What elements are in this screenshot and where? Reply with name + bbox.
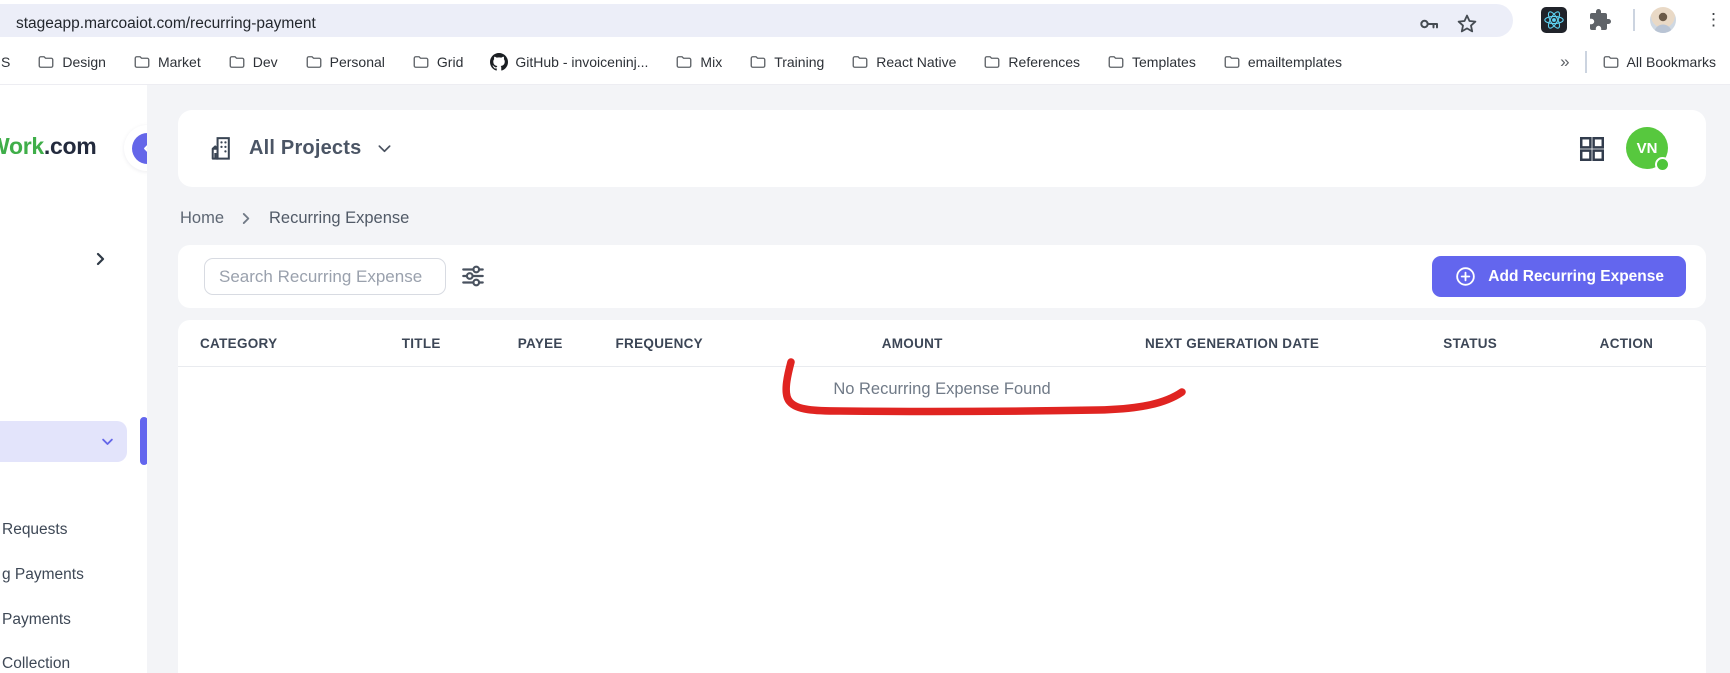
clipped-bookmark-label[interactable]: S: [1, 54, 10, 70]
active-item-indicator: [140, 417, 147, 465]
bookmark-item[interactable]: Dev: [228, 53, 278, 71]
breadcrumb-home[interactable]: Home: [180, 209, 224, 228]
filter-sliders-icon[interactable]: [460, 263, 486, 289]
table-column-header[interactable]: PAYEE: [496, 336, 585, 351]
plus-circle-icon: [1454, 265, 1477, 288]
browser-profile-avatar[interactable]: [1650, 7, 1676, 33]
table-column-header[interactable]: FREQUENCY: [585, 336, 734, 351]
bookmark-item[interactable]: Mix: [675, 53, 722, 71]
folder-icon: [1223, 53, 1241, 71]
project-selector-label: All Projects: [249, 137, 361, 160]
folder-icon: [675, 53, 693, 71]
list-toolbar: Add Recurring Expense: [178, 245, 1706, 308]
browser-toolbar: stageapp.marcoaiot.com/recurring-payment…: [0, 0, 1730, 40]
folder-icon: [133, 53, 151, 71]
bookmark-label: Training: [774, 54, 824, 70]
extensions-puzzle-icon[interactable]: [1588, 8, 1612, 32]
breadcrumb: Home Recurring Expense: [180, 209, 409, 228]
bookmark-label: emailtemplates: [1248, 54, 1342, 70]
all-bookmarks-button[interactable]: All Bookmarks: [1602, 53, 1716, 71]
toolbar-divider: [1633, 9, 1635, 31]
table-column-header[interactable]: AMOUNT: [734, 336, 1091, 351]
bookmark-label: React Native: [876, 54, 956, 70]
main-content: All Projects VN Home Recurring E: [147, 85, 1730, 673]
sidebar-item-g-payments[interactable]: g Payments: [2, 566, 84, 584]
chevron-right-icon: [241, 212, 252, 225]
empty-state-message: No Recurring Expense Found: [178, 380, 1706, 399]
sidebar-item-requests[interactable]: Requests: [2, 521, 67, 539]
app-viewport: Work.com Requests g Payments Payments Co…: [0, 85, 1730, 673]
sidebar-expand-chevron-icon[interactable]: [95, 252, 107, 266]
recurring-expense-table: CATEGORY TITLE PAYEE FREQUENCY AMOUNT NE…: [178, 320, 1706, 673]
bookmark-item[interactable]: Personal: [305, 53, 385, 71]
bookmark-label: Grid: [437, 54, 463, 70]
bookmark-item[interactable]: Templates: [1107, 53, 1196, 71]
all-bookmarks-label: All Bookmarks: [1627, 54, 1716, 70]
user-avatar[interactable]: VN: [1626, 127, 1668, 169]
project-selector[interactable]: All Projects: [208, 110, 394, 187]
bookmarks-items: S Design Market Dev Personal Grid: [0, 53, 1342, 71]
bookmark-item[interactable]: emailtemplates: [1223, 53, 1342, 71]
building-icon: [208, 135, 235, 162]
password-key-icon[interactable]: [1417, 12, 1441, 36]
browser-menu-icon[interactable]: ⋮: [1705, 8, 1722, 32]
sidebar-item-payments[interactable]: Payments: [2, 611, 71, 629]
folder-icon: [1107, 53, 1125, 71]
bookmark-label: GitHub - invoiceninj...: [515, 54, 648, 70]
folder-icon: [983, 53, 1001, 71]
bookmark-label: References: [1008, 54, 1080, 70]
bookmark-star-icon[interactable]: [1455, 12, 1479, 36]
logo-text-dark: .com: [44, 133, 96, 159]
bookmark-item[interactable]: Grid: [412, 53, 463, 71]
breadcrumb-current: Recurring Expense: [269, 209, 409, 228]
table-column-header[interactable]: STATUS: [1373, 336, 1566, 351]
online-status-dot: [1655, 157, 1670, 172]
folder-icon: [305, 53, 323, 71]
bookmark-label: Dev: [253, 54, 278, 70]
app-header: All Projects VN: [178, 110, 1706, 187]
add-recurring-expense-button[interactable]: Add Recurring Expense: [1432, 256, 1686, 297]
url-text[interactable]: stageapp.marcoaiot.com/recurring-payment: [16, 15, 316, 33]
bookmarks-bar: S Design Market Dev Personal Grid: [0, 40, 1730, 85]
bookmarks-overflow-chevron[interactable]: »: [1560, 52, 1569, 72]
table-column-header[interactable]: NEXT GENERATION DATE: [1091, 336, 1374, 351]
search-input[interactable]: [204, 258, 446, 295]
app-logo[interactable]: Work.com: [0, 133, 96, 160]
bookmarks-divider: [1585, 51, 1587, 73]
sidebar-active-item[interactable]: [0, 421, 127, 462]
folder-icon: [749, 53, 767, 71]
table-column-header[interactable]: CATEGORY: [198, 336, 347, 351]
bookmark-label: Mix: [700, 54, 722, 70]
chevron-down-icon: [100, 434, 115, 449]
logo-text-green: Work: [0, 133, 44, 159]
table-header-row: CATEGORY TITLE PAYEE FREQUENCY AMOUNT NE…: [178, 320, 1706, 367]
apps-grid-icon[interactable]: [1578, 135, 1606, 163]
address-bar[interactable]: stageapp.marcoaiot.com/recurring-payment: [0, 4, 1513, 37]
sidebar: Work.com Requests g Payments Payments Co…: [0, 85, 147, 673]
folder-icon: [1602, 53, 1620, 71]
bookmark-item[interactable]: React Native: [851, 53, 956, 71]
bookmark-item[interactable]: References: [983, 53, 1080, 71]
add-button-label: Add Recurring Expense: [1488, 268, 1664, 286]
table-column-header[interactable]: TITLE: [347, 336, 496, 351]
sidebar-item-collection[interactable]: Collection: [2, 655, 70, 673]
bookmark-label: Market: [158, 54, 201, 70]
folder-icon: [228, 53, 246, 71]
chevron-down-icon: [375, 139, 394, 158]
folder-icon: [412, 53, 430, 71]
user-initials: VN: [1637, 140, 1658, 157]
react-devtools-extension-icon[interactable]: [1541, 7, 1567, 33]
bookmarks-right-group: » All Bookmarks: [1560, 40, 1716, 84]
bookmark-item[interactable]: Market: [133, 53, 201, 71]
bookmark-item[interactable]: Design: [37, 53, 106, 71]
bookmark-label: Design: [62, 54, 106, 70]
bookmark-label: Templates: [1132, 54, 1196, 70]
table-column-header[interactable]: ACTION: [1567, 336, 1686, 351]
bookmark-label: Personal: [330, 54, 385, 70]
bookmark-item[interactable]: Training: [749, 53, 824, 71]
github-icon: [490, 53, 508, 71]
bookmark-item[interactable]: GitHub - invoiceninj...: [490, 53, 648, 71]
folder-icon: [37, 53, 55, 71]
folder-icon: [851, 53, 869, 71]
